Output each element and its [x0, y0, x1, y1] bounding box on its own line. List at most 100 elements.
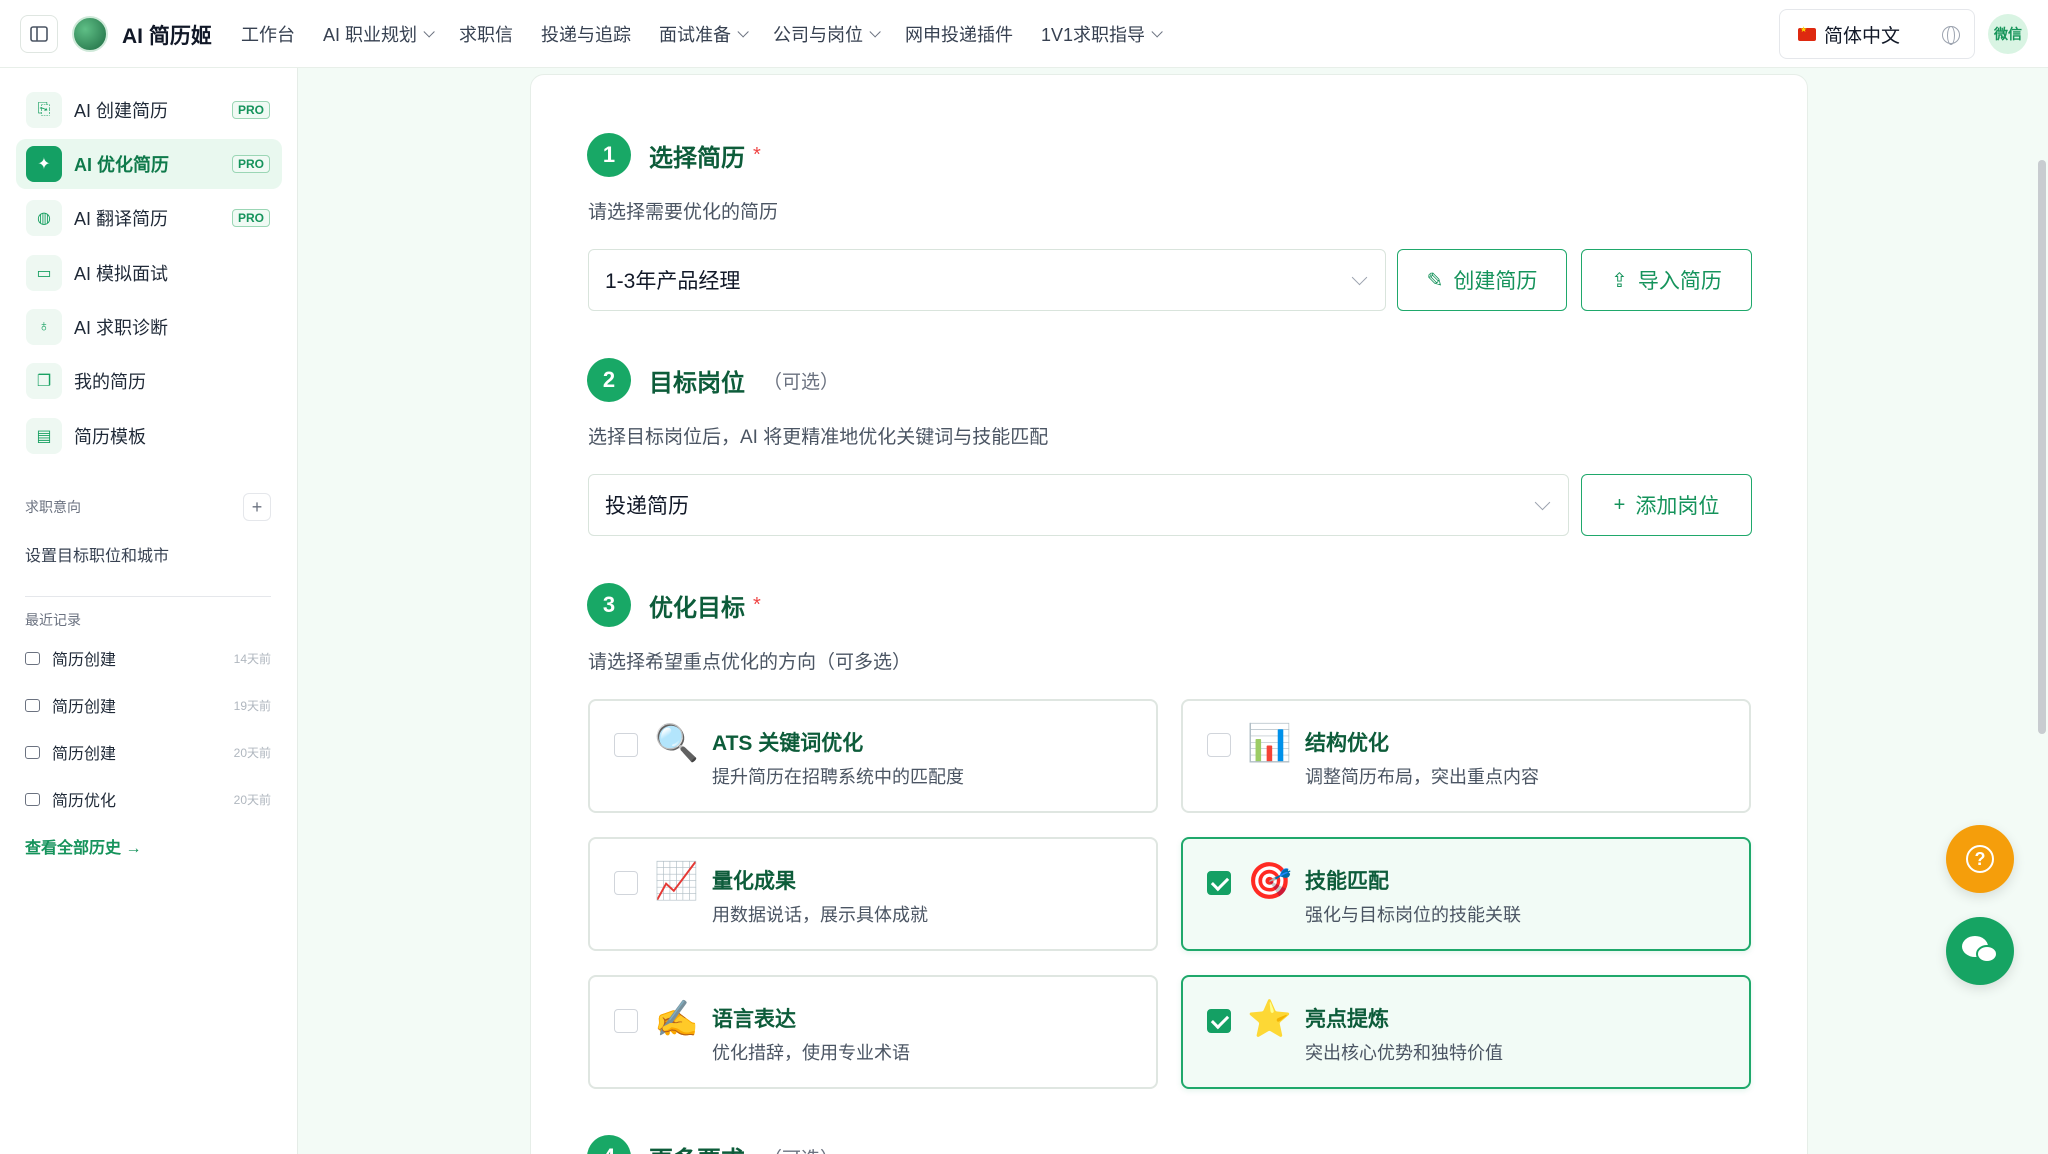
- step-2-header: 2 目标岗位 （可选）: [587, 358, 839, 402]
- sidebar-toggle-button[interactable]: [20, 15, 58, 53]
- option-desc: 用数据说话，展示具体成就: [712, 905, 928, 925]
- step-title: 目标岗位: [649, 369, 745, 397]
- set-intent-link[interactable]: 设置目标职位和城市: [25, 542, 169, 566]
- option-quantify-results[interactable]: 📈 量化成果 用数据说话，展示具体成就: [588, 837, 1158, 951]
- recent-records-title: 最近记录: [25, 612, 81, 628]
- sidebar-item-ai-create-resume[interactable]: ⎘ AI 创建简历 PRO: [16, 85, 282, 135]
- step-1-desc: 请选择需要优化的简历: [588, 202, 779, 223]
- chat-bubble-icon: [25, 698, 40, 712]
- checkbox[interactable]: [614, 733, 638, 757]
- nav-item-coaching[interactable]: 1V1求职指导: [1041, 21, 1163, 47]
- nav-item-apply-plugin[interactable]: 网申投递插件: [905, 21, 1013, 47]
- resume-select[interactable]: 1-3年产品经理: [588, 249, 1386, 311]
- upload-icon: ⇪: [1611, 269, 1628, 292]
- recent-item[interactable]: 简历创建 14天前: [25, 643, 271, 673]
- import-resume-button[interactable]: ⇪ 导入简历: [1581, 249, 1752, 311]
- step-3-header: 3 优化目标 *: [587, 583, 761, 627]
- option-title: 量化成果: [712, 870, 796, 893]
- option-language-expression[interactable]: ✍️ 语言表达 优化措辞，使用专业术语: [588, 975, 1158, 1089]
- chat-bubble-icon: [25, 745, 40, 759]
- sidebar-item-resume-templates[interactable]: ▤ 简历模板: [16, 411, 282, 461]
- plus-icon: +: [251, 496, 263, 517]
- checkbox-checked[interactable]: [1207, 1009, 1231, 1033]
- nav-item-cover-letter[interactable]: 求职信: [459, 21, 513, 47]
- checkbox[interactable]: [614, 1009, 638, 1033]
- bar-chart-icon: 📊: [1247, 722, 1292, 763]
- job-intent-title: 求职意向: [25, 499, 81, 515]
- target-job-select-value: 投递简历: [605, 495, 689, 518]
- recent-item[interactable]: 简历创建 20天前: [25, 737, 271, 767]
- optional-mark: （可选）: [763, 371, 840, 393]
- recent-item-label: 简历优化: [52, 793, 117, 810]
- sidebar-item-label: AI 翻译简历: [74, 209, 169, 229]
- template-icon: ▤: [26, 418, 62, 454]
- nav-item-interview-prep[interactable]: 面试准备: [659, 21, 749, 47]
- sidebar-item-label: AI 求职诊断: [74, 318, 169, 338]
- target-icon: 🎯: [1247, 860, 1292, 901]
- question-icon: ?: [1966, 845, 1994, 873]
- sidebar-item-ai-optimize-resume[interactable]: ✦ AI 优化简历 PRO: [16, 139, 282, 189]
- option-structure[interactable]: 📊 结构优化 调整简历布局，突出重点内容: [1181, 699, 1751, 813]
- checkbox[interactable]: [1207, 733, 1231, 757]
- wechat-icon-bubble: [1976, 945, 1998, 963]
- sidebar-item-ai-translate-resume[interactable]: ◍ AI 翻译简历 PRO: [16, 193, 282, 243]
- nav-item-career-planning[interactable]: AI 职业规划: [323, 21, 435, 47]
- chevron-down-icon: [737, 26, 749, 38]
- nav-item-workbench[interactable]: 工作台: [241, 21, 295, 47]
- target-job-select[interactable]: 投递简历: [588, 474, 1569, 536]
- add-intent-button[interactable]: +: [243, 493, 271, 521]
- checkbox-checked[interactable]: [1207, 871, 1231, 895]
- sidebar: ⎘ AI 创建简历 PRO ✦ AI 优化简历 PRO ◍ AI 翻译简历 PR…: [0, 68, 298, 1154]
- step-title: 选择简历: [649, 144, 745, 172]
- recent-item[interactable]: 简历创建 19天前: [25, 690, 271, 720]
- step-4-header: 4 更多要求 （可选）: [587, 1135, 839, 1154]
- sidebar-item-label: 简历模板: [74, 427, 146, 447]
- documents-icon: ❐: [26, 363, 62, 399]
- pro-badge: PRO: [232, 155, 271, 173]
- step-number: 1: [587, 133, 631, 177]
- language-label: 简体中文: [1824, 25, 1901, 47]
- chevron-down-icon: [423, 26, 435, 38]
- nav-item-companies-jobs[interactable]: 公司与岗位: [773, 21, 881, 47]
- option-desc: 优化措辞，使用专业术语: [712, 1043, 910, 1063]
- edit-pencil-icon: ✎: [1426, 269, 1444, 292]
- option-skill-match[interactable]: 🎯 技能匹配 强化与目标岗位的技能关联: [1181, 837, 1751, 951]
- option-title: 技能匹配: [1305, 870, 1389, 893]
- recent-item-label: 简历创建: [52, 652, 117, 669]
- globe-icon: ◍: [26, 200, 62, 236]
- recent-item[interactable]: 简历优化 20天前: [25, 784, 271, 814]
- china-flag-icon: [1798, 25, 1816, 41]
- writing-hand-icon: ✍️: [654, 998, 699, 1039]
- app-logo[interactable]: [72, 16, 108, 52]
- top-bar: AI 简历姬 工作台 AI 职业规划 求职信 投递与追踪 面试准备 公司与岗位 …: [0, 0, 2048, 68]
- step-number: 3: [587, 583, 631, 627]
- step-2-desc: 选择目标岗位后，AI 将更精准地优化关键词与技能匹配: [588, 427, 1049, 448]
- resume-select-value: 1-3年产品经理: [605, 270, 741, 293]
- chevron-down-icon: [1351, 269, 1368, 286]
- sidebar-item-my-resumes[interactable]: ❐ 我的简历: [16, 356, 282, 406]
- language-selector[interactable]: 简体中文: [1779, 9, 1975, 59]
- sidebar-item-label: AI 模拟面试: [74, 264, 169, 284]
- wechat-avatar[interactable]: 微信: [1988, 14, 2028, 54]
- sidebar-item-ai-mock-interview[interactable]: ▭ AI 模拟面试: [16, 248, 282, 298]
- view-all-history-link[interactable]: 查看全部历史 →: [25, 834, 141, 858]
- option-desc: 强化与目标岗位的技能关联: [1305, 905, 1521, 925]
- checkbox[interactable]: [614, 871, 638, 895]
- help-button[interactable]: ?: [1946, 825, 2014, 893]
- add-job-button[interactable]: + 添加岗位: [1581, 474, 1752, 536]
- option-highlights[interactable]: ⭐ 亮点提炼 突出核心优势和独特价值: [1181, 975, 1751, 1089]
- nav-item-apply-tracking[interactable]: 投递与追踪: [541, 21, 631, 47]
- page-scrollbar[interactable]: [2038, 160, 2046, 734]
- stethoscope-icon: ♁: [26, 309, 62, 345]
- option-ats-keywords[interactable]: 🔍 ATS 关键词优化 提升简历在招聘系统中的匹配度: [588, 699, 1158, 813]
- step-number: 4: [587, 1135, 631, 1154]
- option-title: 语言表达: [712, 1008, 796, 1031]
- optimize-form-card: 1 选择简历 * 请选择需要优化的简历 1-3年产品经理 ✎ 创建简历 ⇪ 导入简历…: [530, 74, 1808, 1154]
- app-title[interactable]: AI 简历姬: [122, 20, 212, 50]
- required-mark: *: [753, 143, 761, 166]
- wechat-contact-button[interactable]: [1946, 917, 2014, 985]
- recent-item-time: 20天前: [233, 792, 271, 807]
- option-title: 结构优化: [1305, 732, 1389, 755]
- sidebar-item-ai-job-diagnosis[interactable]: ♁ AI 求职诊断: [16, 302, 282, 352]
- create-resume-button[interactable]: ✎ 创建简历: [1397, 249, 1567, 311]
